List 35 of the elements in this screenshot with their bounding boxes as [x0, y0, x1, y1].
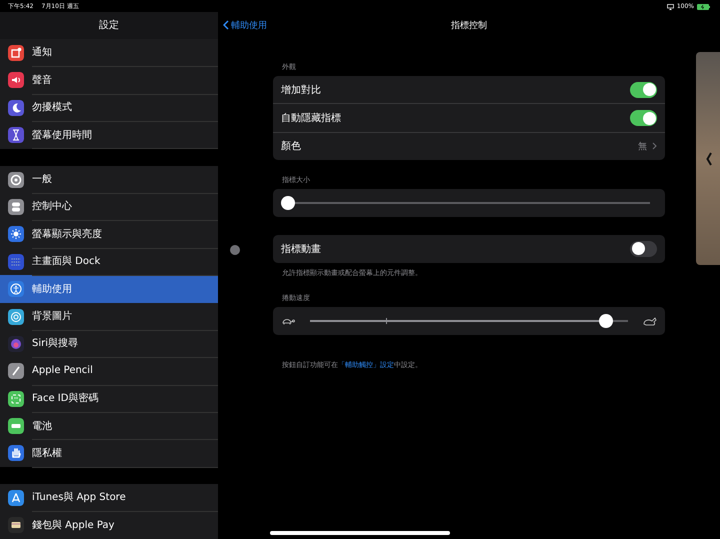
sidebar-item[interactable]: 錢包與 Apple Pay [0, 512, 218, 539]
battery-icon [697, 4, 710, 10]
sidebar-item[interactable]: 螢幕使用時間 [0, 121, 218, 149]
back-button[interactable]: 輔助使用 [218, 18, 273, 32]
sidebar-item[interactable]: 聲音 [0, 66, 218, 94]
slider-thumb[interactable] [281, 196, 295, 210]
sidebar-item[interactable]: 隱私權 [0, 440, 218, 468]
page-title: 指標控制 [451, 20, 487, 30]
sidebar-item[interactable]: 螢幕顯示與亮度 [0, 220, 218, 248]
sidebar-item[interactable]: 背景圖片 [0, 302, 218, 330]
sidebar-item[interactable]: 電池 [0, 412, 218, 440]
toggle-switch[interactable] [630, 82, 657, 98]
sidebar-item[interactable]: 通知 [0, 39, 218, 67]
sidebar-item[interactable]: 輔助使用 [0, 275, 218, 303]
toggle-switch[interactable] [630, 240, 657, 257]
pointer-dot [230, 245, 240, 255]
chevron-left-icon [223, 20, 229, 30]
sidebar-item[interactable]: Siri與搜尋 [0, 330, 218, 358]
toggle-switch[interactable] [630, 110, 657, 126]
sidebar-item[interactable]: iTunes與 App Store [0, 484, 218, 512]
setting-label: 顏色 [281, 140, 302, 154]
sidebar-item[interactable]: 一般 [0, 166, 218, 194]
sidebar-item[interactable]: Apple Pencil [0, 358, 218, 386]
chevron-left-icon[interactable] [706, 152, 712, 166]
sidebar-title: 設定 [99, 20, 119, 32]
slider-thumb[interactable] [598, 314, 613, 328]
sidebar-item[interactable]: 控制中心 [0, 193, 218, 221]
sidebar-item[interactable]: Face ID與密碼 [0, 385, 218, 412]
setting-label: 增加對比 [281, 84, 322, 97]
chevron-right-icon [652, 142, 657, 150]
turtle-icon [281, 316, 295, 326]
setting-label: 指標動畫 [281, 242, 322, 256]
sidebar-item[interactable]: 勿擾模式 [0, 94, 218, 122]
setting-value: 無 [638, 140, 647, 153]
setting-label: 自動隱藏指標 [281, 112, 342, 126]
